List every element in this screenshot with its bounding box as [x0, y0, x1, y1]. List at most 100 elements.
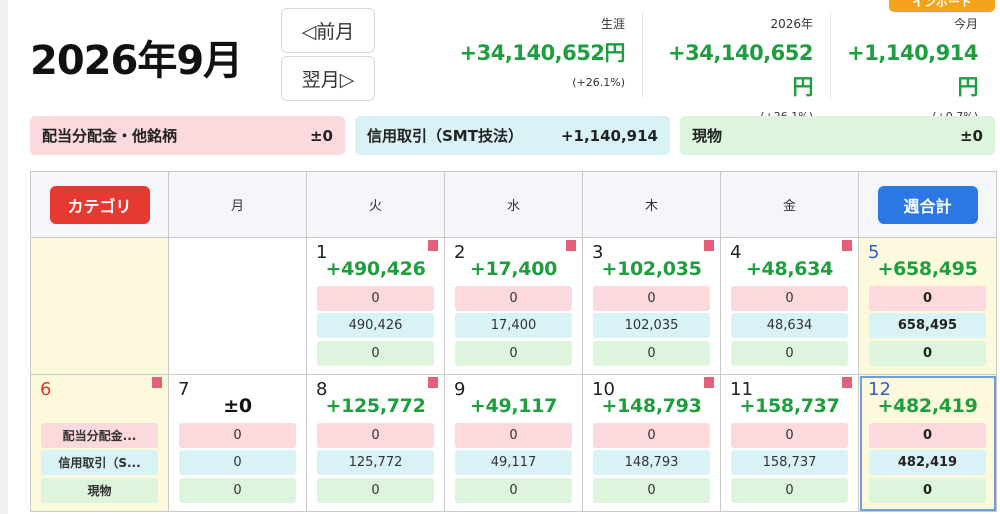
spot-amount: 0: [869, 341, 986, 366]
margin-amount: 49,117: [455, 450, 572, 475]
margin-amount: 482,419: [869, 450, 986, 475]
stat-lifetime-pct: (+26.1%): [572, 76, 625, 89]
week1-mon-cell: [169, 238, 307, 375]
week-total-cell[interactable]: 12 +482,419 0 482,419 0: [859, 375, 997, 512]
day-total: +158,737: [739, 395, 840, 417]
week-total-cell[interactable]: 5 +658,495 0 658,495 0: [859, 238, 997, 375]
dividend-amount: 0: [869, 423, 986, 448]
day-cell[interactable]: 2 +17,400 0 17,400 0: [445, 238, 583, 375]
spot-amount: 0: [455, 478, 572, 503]
stat-year-label: 2026年: [770, 17, 813, 31]
grid-header-week-total: 週合計: [859, 172, 997, 238]
spot-amount: 0: [179, 478, 296, 503]
category-summary-name: 信用取引（SMT技法）: [367, 127, 523, 145]
day-cell[interactable]: 10 +148,793 0 148,793 0: [583, 375, 721, 512]
day-total: +48,634: [745, 258, 834, 280]
import-button-label: インポート: [911, 0, 972, 9]
margin-amount: 125,772: [317, 450, 434, 475]
week-total-value: +658,495: [877, 258, 978, 280]
calendar-grid: カテゴリ 月 火 水 木 金 週合計 1 +490,426 0 490,426 …: [30, 171, 997, 512]
next-month-button[interactable]: 翌月▷: [281, 56, 375, 101]
margin-amount: 158,737: [731, 450, 848, 475]
flag-icon: [428, 240, 438, 251]
category-label-dividend: 配当分配金...: [41, 423, 158, 448]
grid-header-tue: 火: [307, 172, 445, 238]
left-edge: [0, 0, 8, 514]
grid-header-wed: 水: [445, 172, 583, 238]
category-label-margin: 信用取引（S...: [41, 450, 158, 475]
day-cell[interactable]: 4 +48,634 0 48,634 0: [721, 238, 859, 375]
stat-divider: [642, 12, 643, 98]
day-cell[interactable]: 7 ±0 0 0 0: [169, 375, 307, 512]
day-total: +490,426: [325, 258, 426, 280]
dividend-amount: 0: [593, 423, 710, 448]
category-summary-name: 現物: [692, 127, 723, 145]
grid-header-fri: 金: [721, 172, 859, 238]
category-summary-value: ±0: [959, 126, 983, 145]
category-summary-spot[interactable]: 現物 ±0: [680, 116, 995, 155]
dividend-amount: 0: [731, 286, 848, 311]
category-label-spot: 現物: [41, 478, 158, 503]
category-button[interactable]: カテゴリ: [49, 185, 150, 224]
margin-amount: 102,035: [593, 313, 710, 338]
week-total-button[interactable]: 週合計: [877, 185, 978, 224]
dividend-amount: 0: [455, 286, 572, 311]
spot-amount: 0: [317, 478, 434, 503]
day-cell[interactable]: 1 +490,426 0 490,426 0: [307, 238, 445, 375]
page-title: 2026年9月: [30, 38, 243, 84]
stat-year: 2026年 +34,140,652円 (+26.1%): [650, 12, 813, 123]
flag-icon: [842, 240, 852, 251]
flag-icon: [428, 377, 438, 388]
spot-amount: 0: [593, 478, 710, 503]
category-summary-dividend[interactable]: 配当分配金・他銘柄 ±0: [30, 116, 345, 155]
day-number: 6: [40, 379, 52, 400]
day-cell[interactable]: 8 +125,772 0 125,772 0: [307, 375, 445, 512]
dividend-amount: 0: [731, 423, 848, 448]
dividend-amount: 0: [317, 286, 434, 311]
margin-amount: 17,400: [455, 313, 572, 338]
week-total-value: +482,419: [877, 395, 978, 417]
day-total: +102,035: [601, 258, 702, 280]
spot-amount: 0: [869, 478, 986, 503]
grid-header-mon: 月: [169, 172, 307, 238]
week2-category-cell: 6 配当分配金... 信用取引（S... 現物: [31, 375, 169, 512]
stat-lifetime: 生涯 +34,140,652円 (+26.1%): [452, 12, 626, 100]
margin-amount: 48,634: [731, 313, 848, 338]
margin-amount: 490,426: [317, 313, 434, 338]
flag-icon: [566, 240, 576, 251]
stat-month-label: 今月: [953, 17, 978, 31]
spot-amount: 0: [593, 341, 710, 366]
grid-header-category: カテゴリ: [31, 172, 169, 238]
stat-lifetime-value: +34,140,652円: [459, 41, 626, 65]
day-cell[interactable]: 9 +49,117 0 49,117 0: [445, 375, 583, 512]
day-total: +148,793: [601, 395, 702, 417]
category-summary-margin[interactable]: 信用取引（SMT技法） +1,140,914: [355, 116, 670, 155]
flag-icon: [842, 377, 852, 388]
dividend-amount: 0: [317, 423, 434, 448]
import-button[interactable]: インポート: [889, 0, 995, 12]
stat-lifetime-label: 生涯: [600, 17, 625, 31]
grid-header-thu: 木: [583, 172, 721, 238]
day-total: +49,117: [469, 395, 558, 417]
stat-month-value: +1,140,914円: [847, 41, 978, 99]
day-cell[interactable]: 11 +158,737 0 158,737 0: [721, 375, 859, 512]
spot-amount: 0: [455, 341, 572, 366]
margin-amount: 0: [179, 450, 296, 475]
dividend-amount: 0: [869, 286, 986, 311]
category-summary-name: 配当分配金・他銘柄: [42, 127, 178, 145]
dividend-amount: 0: [179, 423, 296, 448]
dividend-amount: 0: [455, 423, 572, 448]
category-summary-value: +1,140,914: [560, 126, 658, 145]
stat-month: 今月 +1,140,914円 (+0.7%): [838, 12, 978, 123]
dividend-amount: 0: [593, 286, 710, 311]
spot-amount: 0: [731, 341, 848, 366]
day-cell[interactable]: 3 +102,035 0 102,035 0: [583, 238, 721, 375]
flag-icon: [704, 240, 714, 251]
day-total: +17,400: [469, 258, 558, 280]
day-total: ±0: [223, 395, 252, 417]
week1-category-cell: [31, 238, 169, 375]
margin-amount: 148,793: [593, 450, 710, 475]
flag-icon: [704, 377, 714, 388]
prev-month-button[interactable]: ◁前月: [281, 8, 375, 53]
stat-year-value: +34,140,652円: [668, 41, 813, 99]
